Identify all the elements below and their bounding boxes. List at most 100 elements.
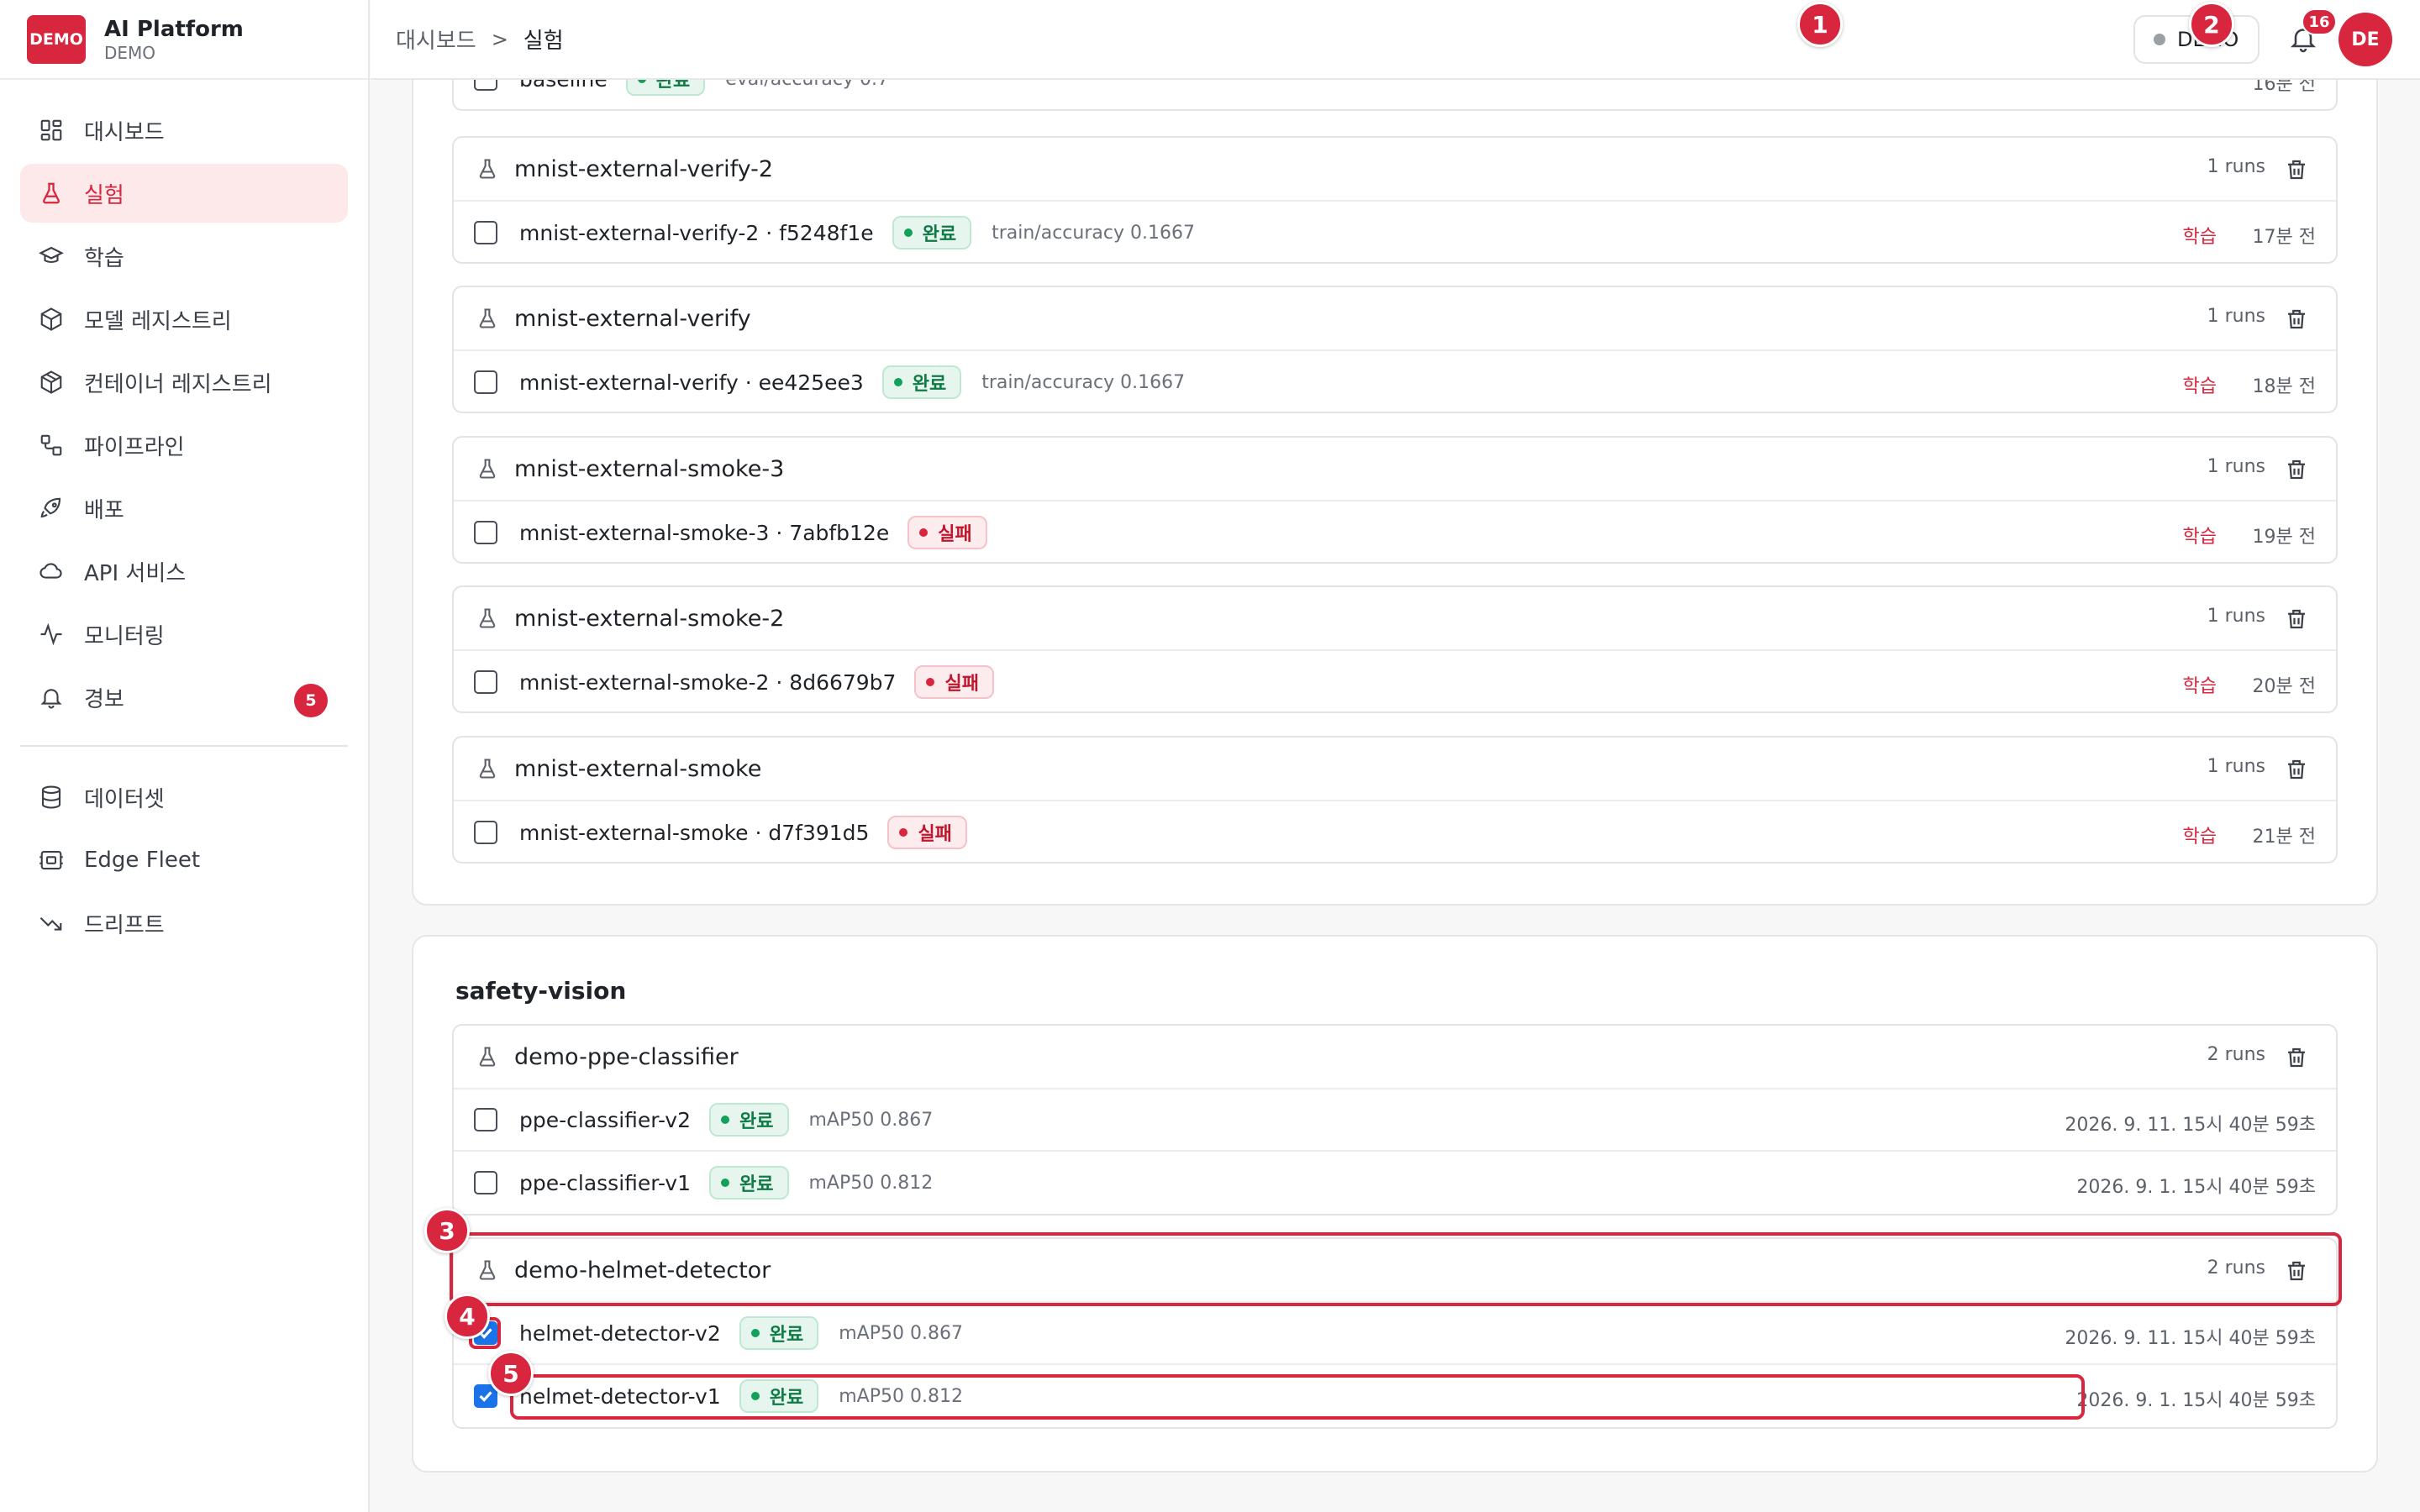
- sidebar-item-experiments[interactable]: 실험: [20, 164, 348, 223]
- run-row[interactable]: mnist-external-smoke-2 · 8d6679b7 실패 학습 …: [454, 651, 2336, 711]
- run-name[interactable]: mnist-external-smoke-2 · 8d6679b7: [519, 670, 896, 695]
- brand[interactable]: DEMO AI Platform DEMO: [0, 0, 368, 80]
- user-avatar[interactable]: DE: [2338, 13, 2392, 66]
- run-time: 2026. 9. 1. 15시 40분 59초: [2076, 1390, 2316, 1411]
- top-bar: 대시보드 > 실험 DEMO 16 DE: [371, 0, 2420, 80]
- run-row[interactable]: mnist-external-verify · ee425ee3 완료 trai…: [454, 351, 2336, 412]
- flask-icon: [479, 759, 496, 779]
- trash-icon[interactable]: [2284, 157, 2309, 182]
- experiment-name[interactable]: mnist-external-verify: [514, 306, 751, 332]
- experiment-name[interactable]: mnist-external-smoke-3: [514, 456, 784, 482]
- experiment-name[interactable]: mnist-external-verify-2: [514, 156, 773, 182]
- sidebar-item-dashboard[interactable]: 대시보드: [20, 101, 348, 160]
- run-checkbox[interactable]: [474, 821, 497, 844]
- sidebar-item-drift[interactable]: 드리프트: [20, 894, 348, 953]
- brand-title: AI Platform: [104, 16, 244, 42]
- run-checkbox[interactable]: [474, 1171, 497, 1194]
- run-time: 17분 전: [2252, 227, 2316, 248]
- run-checkbox[interactable]: [474, 370, 497, 394]
- sidebar-item-datasets[interactable]: 데이터셋: [20, 768, 348, 827]
- dashboard-icon: [39, 118, 64, 143]
- experiment-group: mnist-external-smoke-2 1 runs mnist-exte…: [452, 585, 2338, 713]
- annotation-marker-3: 3: [424, 1208, 470, 1253]
- run-name[interactable]: ppe-classifier-v1: [519, 1171, 691, 1195]
- run-row[interactable]: ppe-classifier-v1 완료 mAP50 0.812 2026. 9…: [454, 1152, 2336, 1214]
- alerts-count-badge: 5: [294, 684, 328, 717]
- experiment-group-header[interactable]: mnist-external-smoke-3 1 runs: [454, 438, 2336, 501]
- breadcrumb-current: 실험: [523, 29, 564, 54]
- status-badge: 완료: [739, 1316, 819, 1350]
- status-dot-icon: [2154, 34, 2165, 45]
- run-checkbox[interactable]: [474, 670, 497, 694]
- run-name[interactable]: mnist-external-smoke · d7f391d5: [519, 821, 869, 845]
- run-time: 21분 전: [2252, 827, 2316, 848]
- trash-icon[interactable]: [2284, 307, 2309, 332]
- run-count: 1 runs: [2207, 456, 2265, 477]
- sidebar-item-model-registry[interactable]: 모델 레지스트리: [20, 290, 348, 349]
- experiment-group: demo-ppe-classifier 2 runs ppe-classifie…: [452, 1024, 2338, 1215]
- cloud-icon: [39, 559, 64, 584]
- sidebar-item-monitoring[interactable]: 모니터링: [20, 605, 348, 664]
- run-time: 2026. 9. 1. 15시 40분 59초: [2076, 1177, 2316, 1198]
- trend-down-icon: [39, 911, 64, 936]
- trash-icon[interactable]: [2284, 757, 2309, 782]
- run-row[interactable]: ppe-classifier-v2 완료 mAP50 0.867 2026. 9…: [454, 1089, 2336, 1152]
- run-name[interactable]: helmet-detector-v2: [519, 1321, 721, 1346]
- experiment-group-header[interactable]: mnist-external-verify 1 runs: [454, 287, 2336, 351]
- experiment-group-header[interactable]: mnist-external-smoke 1 runs: [454, 738, 2336, 801]
- sidebar-item-training[interactable]: 학습: [20, 227, 348, 286]
- highlight-box-group: [450, 1232, 2342, 1306]
- status-badge: 완료: [881, 365, 962, 399]
- experiment-group: mnist-external-smoke-3 1 runs mnist-exte…: [452, 436, 2338, 564]
- sidebar-item-label: 경보: [84, 686, 124, 712]
- breadcrumb: 대시보드 > 실험: [396, 24, 564, 55]
- flask-icon: [39, 181, 64, 206]
- run-type-tag: 학습: [2182, 227, 2217, 248]
- run-metric: mAP50 0.867: [808, 1109, 934, 1131]
- brand-subtitle: DEMO: [104, 42, 156, 63]
- sidebar-item-edge-fleet[interactable]: Edge Fleet: [20, 831, 348, 890]
- experiment-group-header[interactable]: mnist-external-smoke-2 1 runs: [454, 587, 2336, 651]
- run-checkbox[interactable]: [474, 521, 497, 544]
- sidebar-item-pipeline[interactable]: 파이프라인: [20, 416, 348, 475]
- sidebar-item-api-service[interactable]: API 서비스: [20, 542, 348, 601]
- sidebar-item-label: 컨테이너 레지스트리: [84, 371, 272, 397]
- run-checkbox[interactable]: [474, 1108, 497, 1131]
- run-time: 18분 전: [2252, 376, 2316, 397]
- check-icon: [479, 1391, 492, 1402]
- sidebar-divider: [20, 745, 348, 747]
- sidebar-item-deploy[interactable]: 배포: [20, 479, 348, 538]
- sidebar-item-alerts[interactable]: 경보 5: [20, 668, 348, 727]
- run-name[interactable]: mnist-external-verify-2 · f5248f1e: [519, 221, 874, 245]
- run-checkbox[interactable]: [474, 221, 497, 244]
- run-name[interactable]: ppe-classifier-v2: [519, 1108, 691, 1132]
- run-metric: train/accuracy 0.1667: [981, 371, 1186, 393]
- experiment-name[interactable]: mnist-external-smoke-2: [514, 606, 784, 632]
- trash-icon[interactable]: [2284, 1045, 2309, 1070]
- trash-icon[interactable]: [2284, 606, 2309, 632]
- experiment-name[interactable]: mnist-external-smoke: [514, 756, 761, 782]
- run-metric: mAP50 0.812: [808, 1172, 934, 1194]
- run-type-tag: 학습: [2182, 827, 2217, 848]
- run-name[interactable]: mnist-external-smoke-3 · 7abfb12e: [519, 521, 889, 545]
- trash-icon[interactable]: [2284, 457, 2309, 482]
- breadcrumb-dashboard[interactable]: 대시보드: [396, 24, 476, 55]
- experiment-name[interactable]: demo-ppe-classifier: [514, 1044, 739, 1070]
- run-row[interactable]: helmet-detector-v2 완료 mAP50 0.867 2026. …: [454, 1303, 2336, 1365]
- experiment-group-header[interactable]: mnist-external-verify-2 1 runs: [454, 138, 2336, 202]
- run-row[interactable]: mnist-external-smoke · d7f391d5 실패 학습 21…: [454, 801, 2336, 862]
- experiment-group: mnist-external-verify 1 runs mnist-exter…: [452, 286, 2338, 413]
- cube-icon: [39, 307, 64, 332]
- activity-icon: [39, 622, 64, 647]
- run-count: 1 runs: [2207, 606, 2265, 627]
- experiment-group-header[interactable]: demo-ppe-classifier 2 runs: [454, 1026, 2336, 1089]
- sidebar-item-container-registry[interactable]: 컨테이너 레지스트리: [20, 353, 348, 412]
- edge-fleet-icon: [39, 848, 64, 873]
- run-name[interactable]: mnist-external-verify · ee425ee3: [519, 370, 864, 395]
- database-icon: [39, 785, 64, 810]
- status-badge: 실패: [908, 516, 987, 549]
- run-row[interactable]: mnist-external-smoke-3 · 7abfb12e 실패 학습 …: [454, 501, 2336, 562]
- experiment-group: mnist-external-verify-2 1 runs mnist-ext…: [452, 136, 2338, 264]
- run-row[interactable]: mnist-external-verify-2 · f5248f1e 완료 tr…: [454, 202, 2336, 262]
- status-badge: 완료: [709, 1103, 789, 1137]
